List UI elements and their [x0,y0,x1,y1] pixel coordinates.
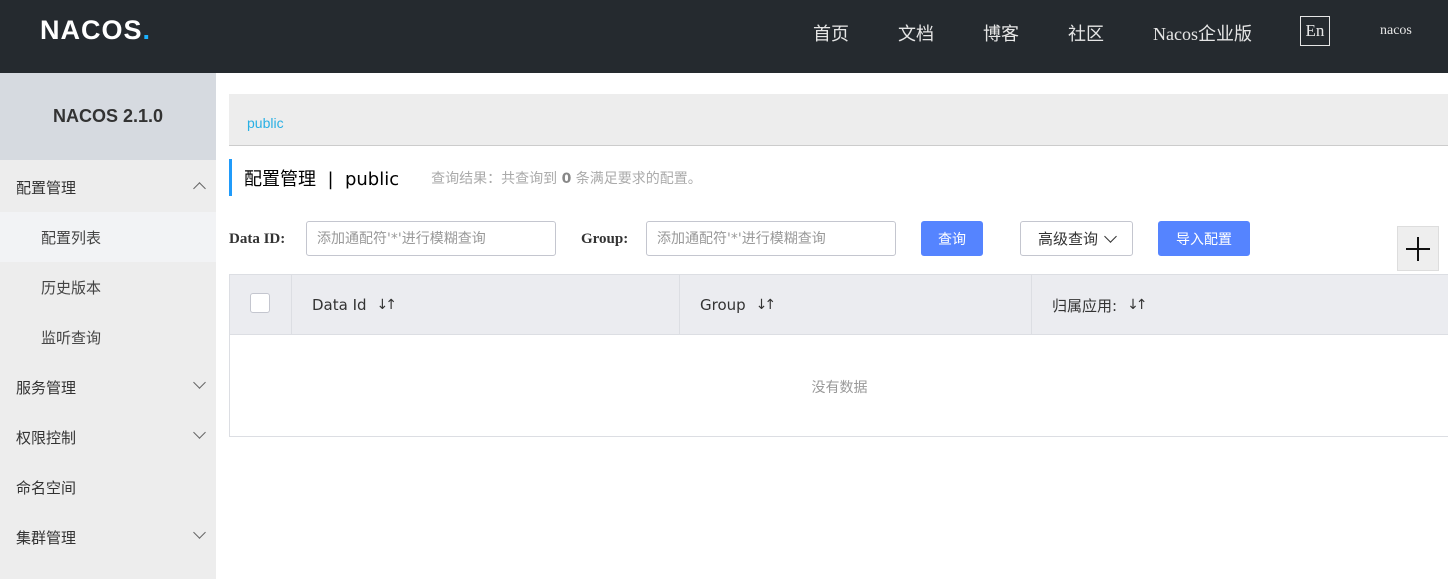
sidebar-item-config-list[interactable]: 配置列表 [0,212,216,262]
chevron-up-icon [193,182,206,195]
sidebar-item-label: 服务管理 [16,378,77,397]
sort-icon[interactable]: ↓↑ [1127,297,1148,313]
sidebar-item-namespace[interactable]: 命名空间 [0,462,216,512]
import-config-button[interactable]: 导入配置 [1158,221,1250,256]
sidebar-item-label: 配置列表 [41,228,102,247]
select-all-cell [230,275,292,335]
data-id-label: Data ID: [229,231,286,247]
sidebar-item-label: 监听查询 [41,328,102,347]
select-all-checkbox[interactable] [250,293,270,313]
config-table: Data Id ↓↑ Group ↓↑ 归属应用: ↓↑ 没有数据 [229,274,1448,437]
data-id-input[interactable] [306,221,556,256]
namespace-link-public[interactable]: public [247,115,284,131]
advanced-search-label: 高级查询 [1037,230,1098,248]
sort-icon[interactable]: ↓↑ [756,297,777,313]
sidebar-item-label: 历史版本 [41,278,102,297]
language-toggle-button[interactable]: En [1300,16,1330,46]
nav-enterprise[interactable]: Nacos企业版 [1153,20,1252,46]
query-result-prefix: 查询结果：共查询到 [431,170,558,187]
nav-home[interactable]: 首页 [813,20,849,46]
group-input[interactable] [646,221,896,256]
nav-community[interactable]: 社区 [1068,20,1104,46]
query-result-text: 查询结果：共查询到 0 条满足要求的配置。 [431,168,702,188]
sidebar-item-label: 命名空间 [16,478,77,497]
empty-state-text: 没有数据 [811,379,868,396]
sidebar-item-access-control[interactable]: 权限控制 [0,412,216,462]
advanced-search-button[interactable]: 高级查询 [1020,221,1133,256]
sidebar-item-history[interactable]: 历史版本 [0,262,216,312]
query-result-count: 0 [561,170,572,187]
sidebar-item-label: 权限控制 [16,428,77,447]
sidebar-title: NACOS 2.1.0 [0,73,216,160]
column-label: Data Id [312,296,367,314]
sort-icon[interactable]: ↓↑ [377,297,398,313]
chevron-down-icon [193,426,206,439]
chevron-down-icon [193,526,206,539]
sidebar-item-listener-query[interactable]: 监听查询 [0,312,216,362]
add-config-button[interactable] [1397,226,1439,271]
top-navbar: NACOS. 首页 文档 博客 社区 Nacos企业版 En nacos [0,0,1448,73]
column-label: 归属应用: [1052,296,1118,315]
column-group[interactable]: Group ↓↑ [680,275,1032,335]
nav-blog[interactable]: 博客 [983,20,1019,46]
sidebar-item-service-management[interactable]: 服务管理 [0,362,216,412]
table-header: Data Id ↓↑ Group ↓↑ 归属应用: ↓↑ [230,275,1448,335]
page-title: 配置管理 | public [244,168,400,190]
logo-text: NACOS [40,14,143,45]
sidebar: NACOS 2.1.0 配置管理 配置列表 历史版本 监听查询 服务管理 权限控… [0,73,216,579]
sidebar-item-config-management[interactable]: 配置管理 [0,162,216,212]
namespace-bar: public [229,94,1448,146]
page-header: 配置管理 | public 查询结果：共查询到 0 条满足要求的配置。 [229,159,702,196]
chevron-down-icon [1104,229,1117,243]
chevron-down-icon [193,376,206,389]
logo-dot: . [142,14,152,45]
query-result-suffix: 条满足要求的配置。 [575,170,702,187]
search-button[interactable]: 查询 [921,221,983,256]
sidebar-item-cluster-management[interactable]: 集群管理 [0,512,216,562]
sidebar-item-label: 配置管理 [16,178,77,197]
column-label: Group [700,296,746,314]
sidebar-item-label: 集群管理 [16,528,77,547]
group-label: Group: [581,231,629,247]
nav-docs[interactable]: 文档 [898,20,934,46]
column-app[interactable]: 归属应用: ↓↑ [1032,275,1448,335]
user-name[interactable]: nacos [1380,23,1412,39]
nacos-logo[interactable]: NACOS. [40,14,151,46]
column-data-id[interactable]: Data Id ↓↑ [292,275,680,335]
